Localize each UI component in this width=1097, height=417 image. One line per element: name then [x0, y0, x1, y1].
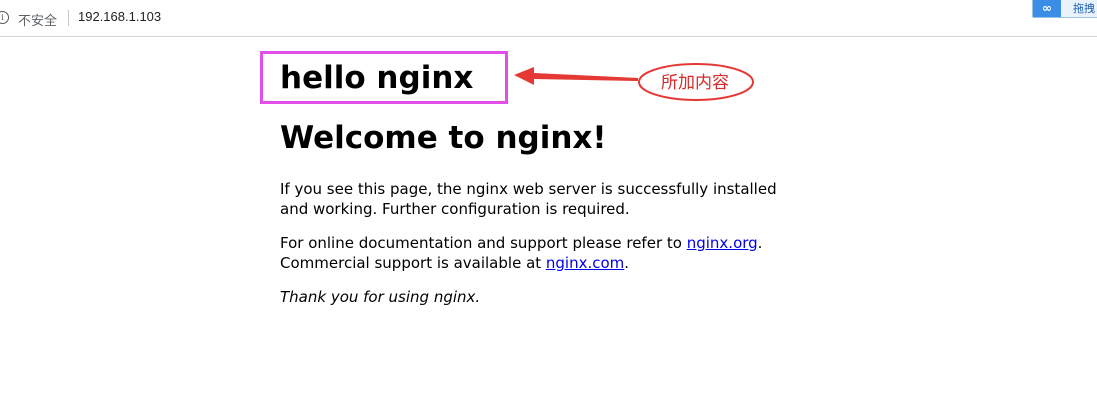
support-text-3: Commercial support is available at: [280, 254, 546, 272]
install-paragraph: If you see this page, the nginx web serv…: [280, 180, 777, 218]
support-text-4: .: [624, 254, 630, 272]
extension-button[interactable]: ∞ 拖拽: [1032, 0, 1097, 18]
address-bar[interactable]: i 不安全 192.168.1.103 ∞ 拖拽: [0, 0, 1097, 37]
info-icon[interactable]: i: [0, 11, 9, 24]
address-separator: [68, 10, 69, 26]
extension-logo-icon: ∞: [1033, 0, 1061, 17]
nginx-com-link[interactable]: nginx.com: [546, 254, 624, 272]
extension-label: 拖拽: [1073, 2, 1095, 15]
annotation-arrow: [514, 67, 638, 85]
annotation-label: 所加内容: [661, 73, 729, 93]
url-text[interactable]: 192.168.1.103: [78, 9, 161, 24]
security-status[interactable]: 不安全: [18, 10, 57, 29]
nginx-org-link[interactable]: nginx.org: [687, 234, 758, 252]
thanks-paragraph: Thank you for using nginx.: [280, 288, 481, 306]
support-paragraph: For online documentation and support ple…: [280, 233, 800, 273]
support-text-2: .: [757, 234, 763, 252]
support-text-1: For online documentation and support ple…: [280, 234, 687, 252]
welcome-heading: Welcome to nginx!: [280, 120, 607, 156]
annotation-highlight-box: [260, 51, 508, 104]
